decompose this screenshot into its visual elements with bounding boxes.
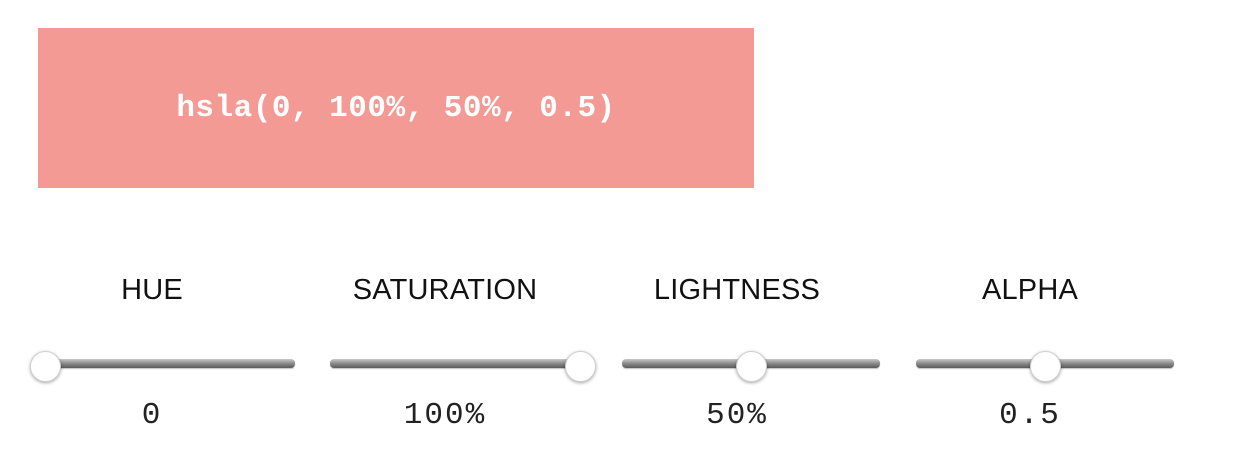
lightness-control: LIGHTNESS 50% <box>607 268 880 448</box>
hue-label: HUE <box>121 274 183 306</box>
lightness-value: 50% <box>706 398 768 433</box>
alpha-label: ALPHA <box>981 274 1079 306</box>
saturation-label: SATURATION <box>352 274 538 306</box>
alpha-control: ALPHA 0.5 <box>900 268 1174 448</box>
lightness-slider-thumb[interactable] <box>735 351 767 382</box>
saturation-control: SATURATION 100% <box>315 268 596 448</box>
hue-slider-thumb[interactable] <box>29 351 61 382</box>
hue-slider-track[interactable] <box>37 359 295 368</box>
color-preview-text: hsla(0, 100%, 50%, 0.5) <box>176 90 616 126</box>
alpha-value: 0.5 <box>999 398 1061 433</box>
color-preview-swatch: hsla(0, 100%, 50%, 0.5) <box>38 28 754 188</box>
hue-value: 0 <box>141 398 163 433</box>
saturation-value: 100% <box>403 398 487 433</box>
lightness-label: LIGHTNESS <box>653 274 821 306</box>
hsla-color-picker: hsla(0, 100%, 50%, 0.5) HUE 0 SATURATION… <box>0 0 1250 474</box>
hue-control: HUE 0 <box>22 268 295 448</box>
saturation-slider-track[interactable] <box>330 359 588 368</box>
alpha-slider-thumb[interactable] <box>1029 351 1061 382</box>
saturation-slider-thumb[interactable] <box>564 351 596 382</box>
